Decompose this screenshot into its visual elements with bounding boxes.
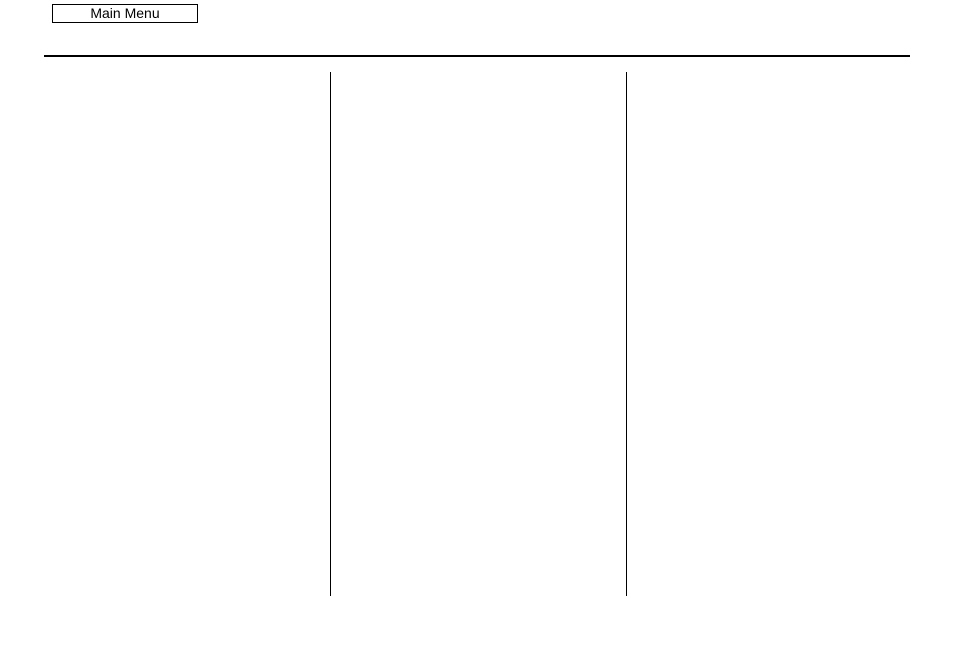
vertical-divider-right	[626, 72, 627, 596]
vertical-divider-left	[330, 72, 331, 596]
main-menu-button[interactable]: Main Menu	[52, 4, 198, 23]
horizontal-divider	[44, 55, 910, 57]
